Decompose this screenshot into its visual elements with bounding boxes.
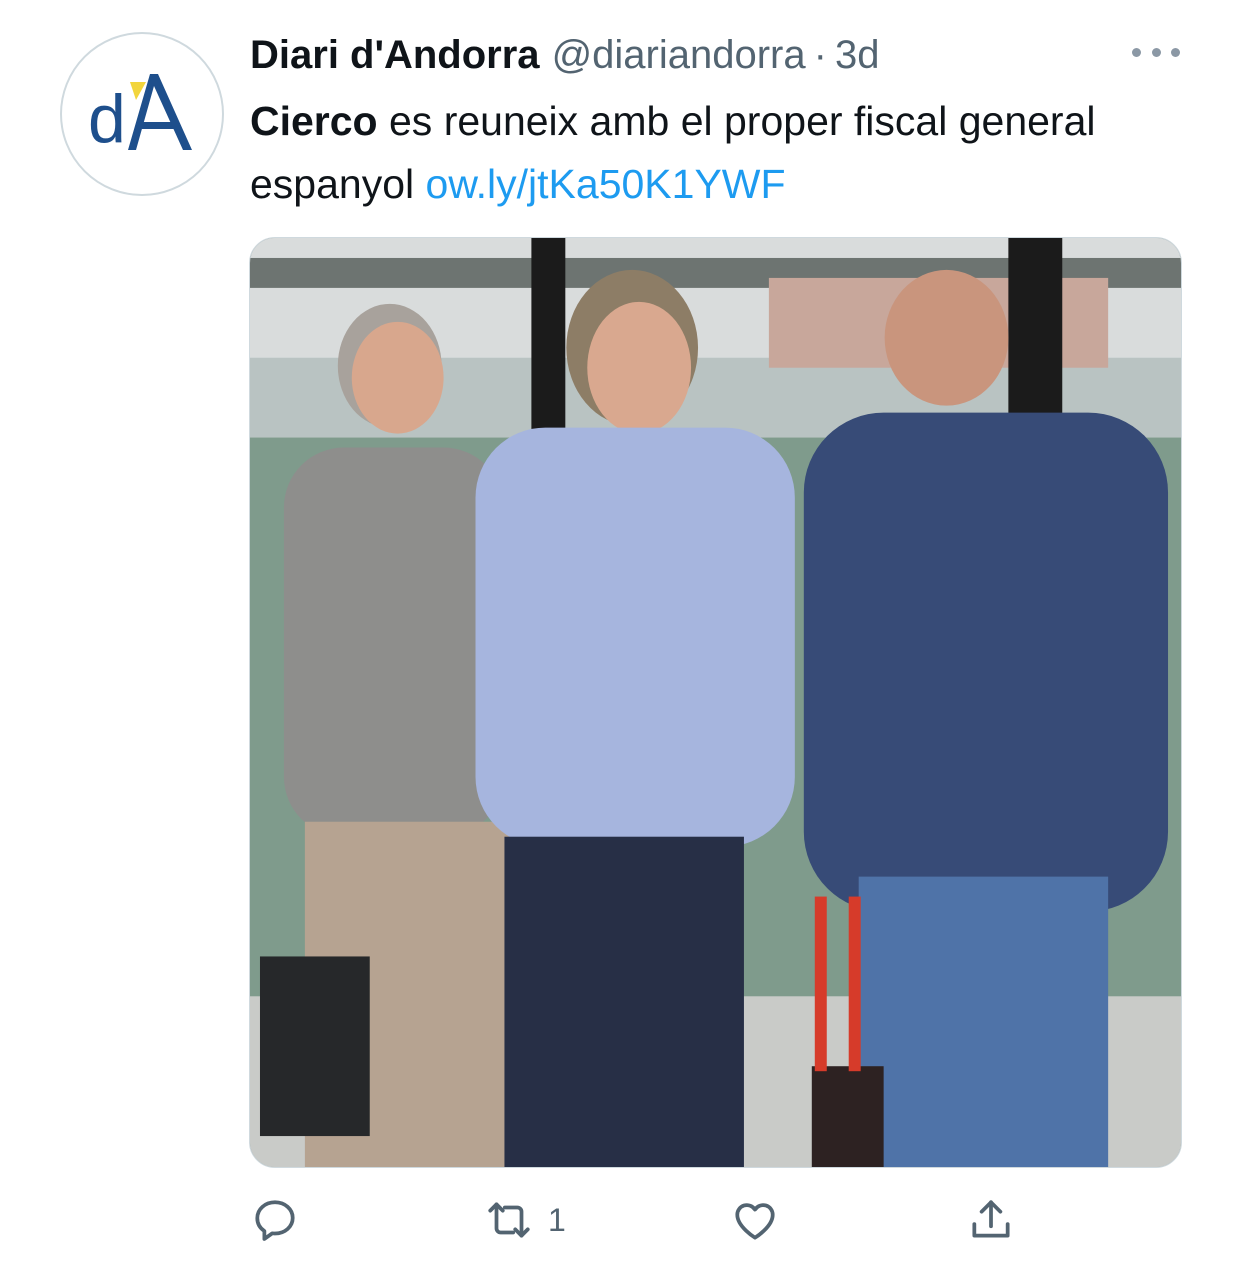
like-button[interactable] [730,1190,780,1250]
avatar[interactable]: d [60,32,224,196]
tweet-link[interactable]: ow.ly/jtKa50K1YWF [426,161,786,207]
retweet-count: 1 [548,1201,566,1238]
photo-image-icon [250,238,1181,1167]
diari-dandorra-logo-icon: d [88,74,192,157]
tweet-photo[interactable] [249,237,1182,1168]
more-dot-icon [1151,47,1161,57]
timestamp[interactable]: 3d [835,33,880,78]
tweet-header: Diari d'Andorra @diariandorra · 3d [250,28,1010,82]
tweet-actions: 1 [250,1190,1050,1250]
display-name[interactable]: Diari d'Andorra [250,33,540,78]
tweet[interactable]: d Diari d'Andorra @diariandorra · 3d Cie… [0,0,1242,1279]
reply-icon [255,1200,295,1241]
more-options-button[interactable] [1128,36,1184,68]
tweet-text: Cierco es reuneix amb el proper fiscal g… [250,90,1150,216]
user-handle[interactable]: @diariandorra [552,33,806,78]
more-dot-icon [1171,47,1180,57]
separator-dot: · [813,32,827,77]
reply-button[interactable] [250,1190,300,1250]
heart-icon [735,1203,775,1240]
svg-text:d: d [88,81,126,157]
retweet-button[interactable]: 1 [484,1190,566,1250]
share-button[interactable] [966,1190,1016,1250]
retweet-icon [488,1202,530,1238]
share-icon [972,1200,1010,1238]
tweet-text-bold: Cierco [250,98,378,144]
more-dot-icon [1132,47,1141,57]
